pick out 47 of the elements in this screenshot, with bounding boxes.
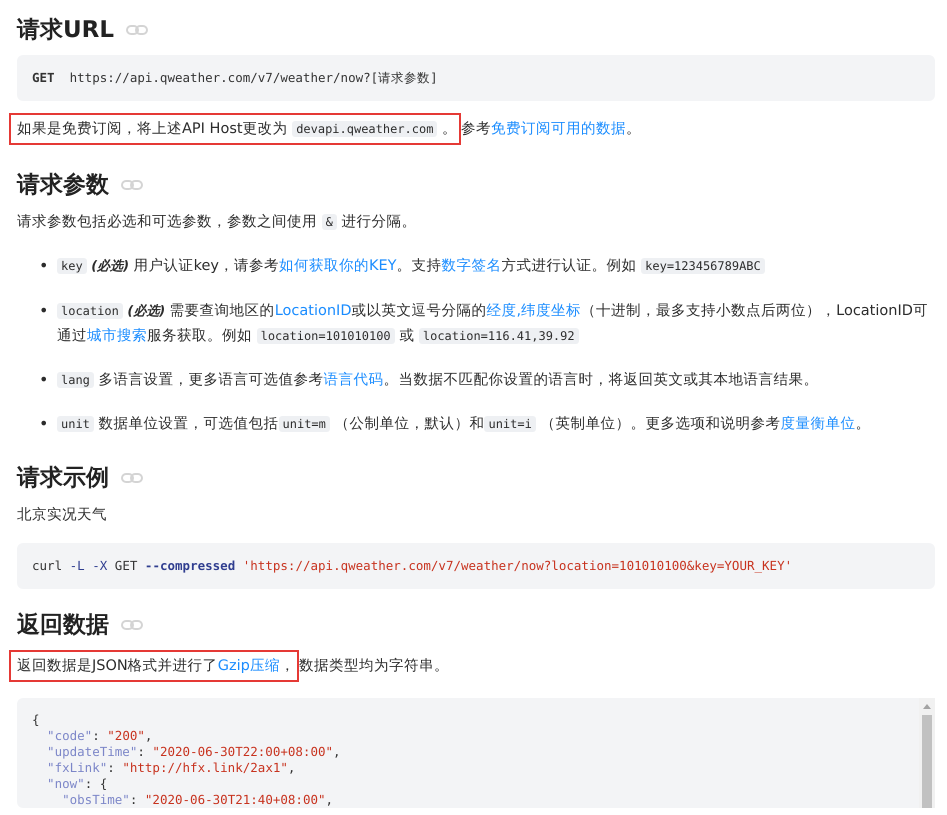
inline-code: key [57,258,87,274]
inline-code: devapi.qweather.com [292,121,438,137]
inline-code: & [322,214,337,230]
inline-code: location=101010100 [256,328,395,344]
section-heading: 请求URL [17,16,114,45]
paragraph-text: 数据类型均为字符串。 [298,656,449,676]
list-item: unit 数据单位设置，可选值包括 unit=m （公制单位，默认）和 unit=i （英制单位）。更多选项和说明参考度量衡单位。 [57,412,935,436]
paragraph-text: 参考免费订阅可用的数据。 [461,120,642,139]
paragraph-text: 北京实况天气 [17,506,107,525]
list-item: lang 多语言设置，更多语言可选值参考语言代码。当数据不匹配你设置的语言时，将返回英文或其本地语言结果。 [57,368,935,392]
paragraph-text: 返回数据是JSON格式并进行了 Gzip压缩， [17,658,295,674]
section-heading: 返回数据 [17,611,109,640]
bullet: • [39,255,47,277]
scrollbar[interactable] [919,698,935,808]
link[interactable]: 城市搜索 [87,328,147,344]
code-block: GET https://api.qweather.com/v7/weather/now?[请求参数] [17,55,935,101]
inline-code: unit=i [484,416,536,432]
section-heading: 请求参数 [17,171,109,200]
code-block: { "code": "200", "updateTime": "2020-06-30T22:00+08:00", "fxLink": "http://hfx.link/2ax1", "now": { "obsTime": "2020-06-30T21:40+08:00", [17,698,935,808]
paragraph-text: 请求参数包括必选和可选参数，参数之间使用 & 进行分隔。 [17,212,416,232]
scroll-up-arrow-icon[interactable] [923,703,931,709]
link[interactable]: 免费订阅可用的数据 [491,121,626,137]
inline-code: location=116.41,39.92 [418,328,579,344]
link[interactable]: LocationID [274,303,352,319]
code-block: curl -L -X GET --compressed 'https://api.qweather.com/v7/weather/now?location=101010100&key=YOUR_KEY' [17,543,935,589]
inline-code: key=123456789ABC [641,258,765,274]
inline-code: unit [57,416,94,432]
link[interactable]: 语言代码 [324,372,384,388]
bullet: • [39,300,47,322]
link[interactable]: Gzip压缩 [218,658,280,674]
paragraph-text: 如果是免费订阅，将上述API Host更改为 devapi.qweather.com 。 [17,121,458,137]
inline-code: lang [57,372,94,388]
inline-code: location [57,303,123,319]
link-icon[interactable] [126,24,148,36]
inline-code: unit=m [278,416,330,432]
section-heading: 请求示例 [17,464,109,493]
link-icon[interactable] [121,178,143,190]
link[interactable]: 经度,纬度坐标 [486,303,582,319]
bullet: • [39,413,47,435]
link[interactable]: 度量衡单位 [780,416,856,432]
list-item: location (必选) 需要查询地区的 LocationID或以英文逗号分隔的经度,纬度坐标（十进制，最多支持小数点后两位），LocationID可通过城市搜索服务获取。例如 location=101010100 或 location=116.41,39.92 [57,302,929,346]
bullet: • [39,369,47,391]
link[interactable]: 数字签名 [442,258,502,274]
link-icon[interactable] [121,618,143,630]
list-item: key (必选) 用户认证key，请参考如何获取你的KEY。支持数字签名 方式进行认证。例如 key=123456789ABC [57,254,935,279]
link-icon[interactable] [121,472,143,484]
link[interactable]: 如何获取你的KEY [279,258,397,274]
